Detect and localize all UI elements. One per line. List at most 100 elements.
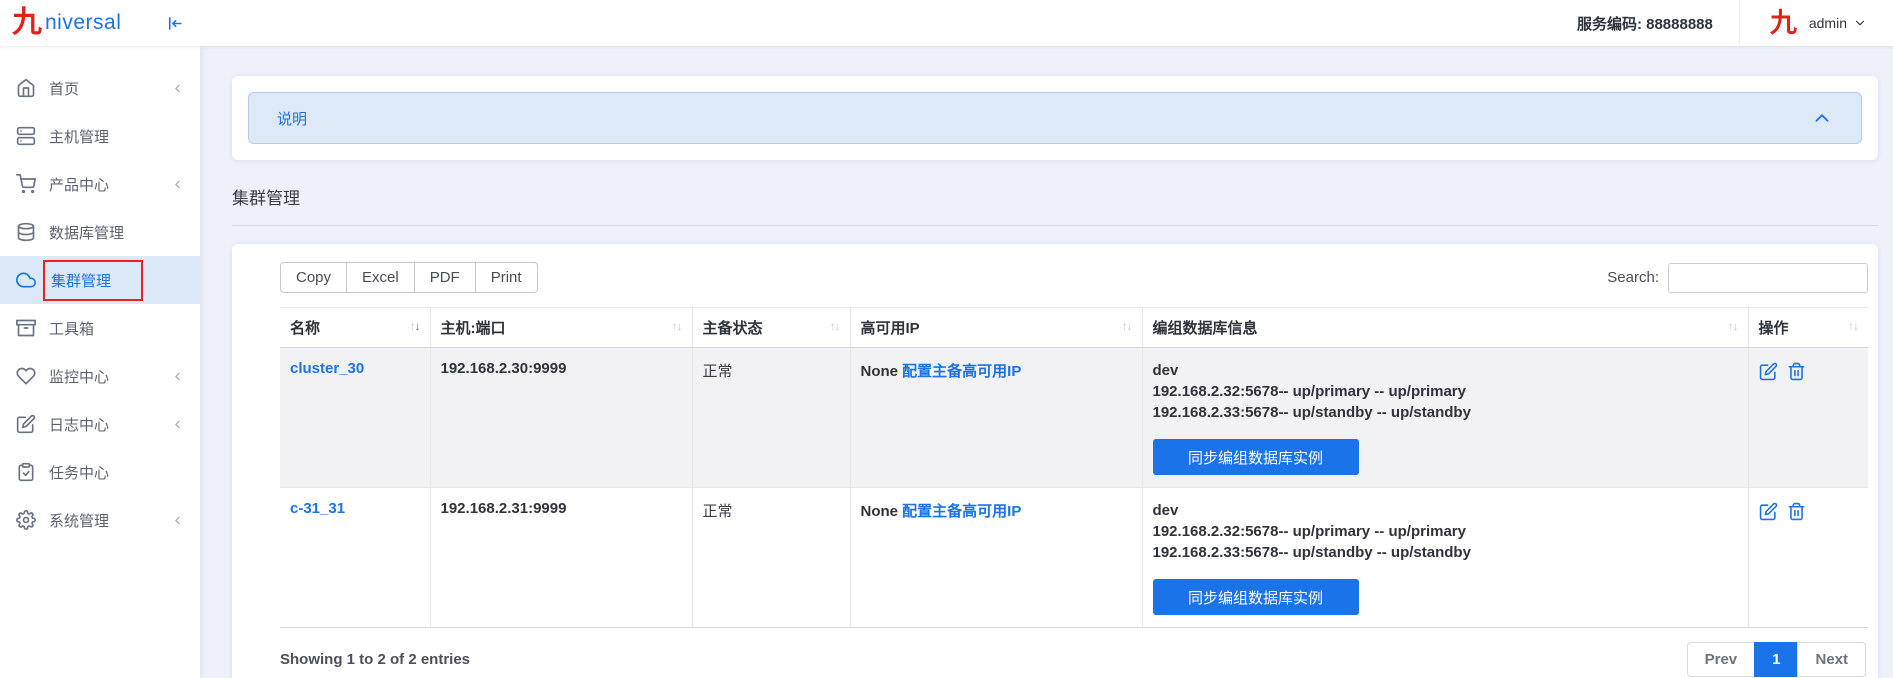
sidebar-item-label: 主机管理 [49, 126, 109, 147]
copy-button[interactable]: Copy [280, 262, 347, 293]
pagination: Prev 1 Next [1687, 642, 1868, 677]
search-input[interactable] [1668, 263, 1868, 293]
column-header-status[interactable]: 主备状态↑↓ [692, 308, 850, 348]
sidebar-collapse-icon[interactable] [165, 14, 184, 33]
home-icon [16, 78, 36, 98]
pdf-button[interactable]: PDF [414, 262, 476, 293]
search-box: Search: [1607, 263, 1868, 293]
search-label: Search: [1607, 269, 1659, 286]
column-header-name[interactable]: 名称↑↓ [280, 308, 430, 348]
sidebar-item-label: 数据库管理 [49, 222, 124, 243]
cart-icon [16, 174, 36, 194]
sidebar-item-label: 集群管理 [43, 260, 143, 301]
prev-page-button[interactable]: Prev [1687, 642, 1756, 677]
table-row: cluster_30 192.168.2.30:9999 正常 None 配置主… [280, 348, 1868, 488]
chevron-left-icon [171, 514, 184, 527]
notice-card: 说明 [232, 76, 1878, 160]
row-actions [1759, 360, 1859, 381]
cluster-name-link[interactable]: cluster_30 [290, 360, 364, 377]
excel-button[interactable]: Excel [346, 262, 415, 293]
column-header-group-db[interactable]: 编组数据库信息↑↓ [1142, 308, 1748, 348]
sync-group-db-button[interactable]: 同步编组数据库实例 [1153, 439, 1359, 475]
next-page-button[interactable]: Next [1797, 642, 1866, 677]
edit-icon[interactable] [1759, 502, 1778, 521]
username: admin [1809, 15, 1847, 31]
table-row: c-31_31 192.168.2.31:9999 正常 None 配置主备高可… [280, 488, 1868, 628]
gear-icon [16, 510, 36, 530]
sidebar-item-label: 日志中心 [49, 414, 109, 435]
sidebar-item-hosts[interactable]: 主机管理 [0, 112, 200, 160]
sidebar-item-label: 产品中心 [49, 174, 109, 195]
header-divider [1739, 0, 1740, 46]
chevron-up-icon[interactable] [1811, 107, 1833, 129]
sidebar-item-system[interactable]: 系统管理 [0, 496, 200, 544]
group-db-line: 192.168.2.32:5678-- up/primary -- up/pri… [1153, 381, 1738, 402]
app-window: 九 niversal 服务编码: 88888888 九 admin 首页 [0, 0, 1893, 678]
configure-ha-link[interactable]: 配置主备高可用IP [902, 503, 1021, 520]
sidebar-item-logs[interactable]: 日志中心 [0, 400, 200, 448]
chevron-down-icon [1853, 16, 1867, 30]
toolbox-icon [16, 318, 36, 338]
edit-note-icon [16, 414, 36, 434]
sidebar-item-clusters[interactable]: 集群管理 [0, 256, 200, 304]
status-value: 正常 [703, 363, 733, 380]
sort-icon: ↑↓ [1122, 319, 1132, 333]
group-env: dev [1153, 500, 1738, 521]
column-header-actions[interactable]: 操作↑↓ [1748, 308, 1868, 348]
print-button[interactable]: Print [475, 262, 538, 293]
page-1-button[interactable]: 1 [1754, 642, 1798, 677]
heart-icon [16, 366, 36, 386]
sidebar: 首页 主机管理 产品中心 数据库管理 集群管理 工具箱 监控中心 [0, 46, 200, 678]
table-header-row: 名称↑↓ 主机:端口↑↓ 主备状态↑↓ 高可用IP↑↓ 编组数据库信息↑↓ 操作… [280, 308, 1868, 348]
sort-icon: ↑↓ [1728, 319, 1738, 333]
configure-ha-link[interactable]: 配置主备高可用IP [902, 363, 1021, 380]
table-footer: Showing 1 to 2 of 2 entries Prev 1 Next [280, 642, 1868, 677]
cluster-cloud-icon [16, 270, 36, 290]
table-toolbar: Copy Excel PDF Print Search: [280, 262, 1868, 293]
sidebar-item-products[interactable]: 产品中心 [0, 160, 200, 208]
chevron-left-icon [171, 178, 184, 191]
sidebar-item-monitoring[interactable]: 监控中心 [0, 352, 200, 400]
column-header-ha-ip[interactable]: 高可用IP↑↓ [850, 308, 1142, 348]
sidebar-item-tasks[interactable]: 任务中心 [0, 448, 200, 496]
sync-group-db-button[interactable]: 同步编组数据库实例 [1153, 579, 1359, 615]
status-value: 正常 [703, 503, 733, 520]
sort-icon: ↑↓ [830, 319, 840, 333]
service-code: 服务编码: 88888888 [1577, 13, 1739, 34]
main-content: 说明 集群管理 Copy Excel PDF Print Search: [200, 46, 1893, 678]
export-button-group: Copy Excel PDF Print [280, 262, 538, 293]
row-actions [1759, 500, 1859, 521]
sidebar-item-toolbox[interactable]: 工具箱 [0, 304, 200, 352]
delete-icon[interactable] [1787, 502, 1806, 521]
notice-title: 说明 [277, 108, 307, 129]
page-title: 集群管理 [232, 184, 1878, 226]
top-header: 九 niversal 服务编码: 88888888 九 admin [0, 0, 1893, 46]
sort-icon: ↑↓ [1848, 319, 1858, 333]
chevron-left-icon [171, 370, 184, 383]
sidebar-item-databases[interactable]: 数据库管理 [0, 208, 200, 256]
column-header-host-port[interactable]: 主机:端口↑↓ [430, 308, 692, 348]
logo-symbol: 九 [12, 8, 42, 38]
entries-summary: Showing 1 to 2 of 2 entries [280, 651, 470, 668]
cluster-table-card: Copy Excel PDF Print Search: 名称↑↓ [232, 244, 1878, 678]
user-menu[interactable]: admin [1809, 15, 1893, 31]
sidebar-item-label: 工具箱 [49, 318, 94, 339]
clipboard-check-icon [16, 462, 36, 482]
notice-accordion-header[interactable]: 说明 [248, 92, 1862, 144]
edit-icon[interactable] [1759, 362, 1778, 381]
database-icon [16, 222, 36, 242]
sidebar-item-label: 监控中心 [49, 366, 109, 387]
sort-icon: ↑↓ [410, 319, 420, 333]
app-logo: 九 niversal [0, 8, 121, 38]
sort-icon: ↑↓ [672, 319, 682, 333]
host-port-value: 192.168.2.30:9999 [441, 360, 567, 377]
sidebar-item-label: 系统管理 [49, 510, 109, 531]
sidebar-item-home[interactable]: 首页 [0, 64, 200, 112]
ha-ip-value: None [861, 363, 899, 380]
delete-icon[interactable] [1787, 362, 1806, 381]
cluster-name-link[interactable]: c-31_31 [290, 500, 345, 517]
group-db-line: 192.168.2.33:5678-- up/standby -- up/sta… [1153, 542, 1738, 563]
server-icon [16, 126, 36, 146]
host-port-value: 192.168.2.31:9999 [441, 500, 567, 517]
sidebar-item-label: 首页 [49, 78, 79, 99]
